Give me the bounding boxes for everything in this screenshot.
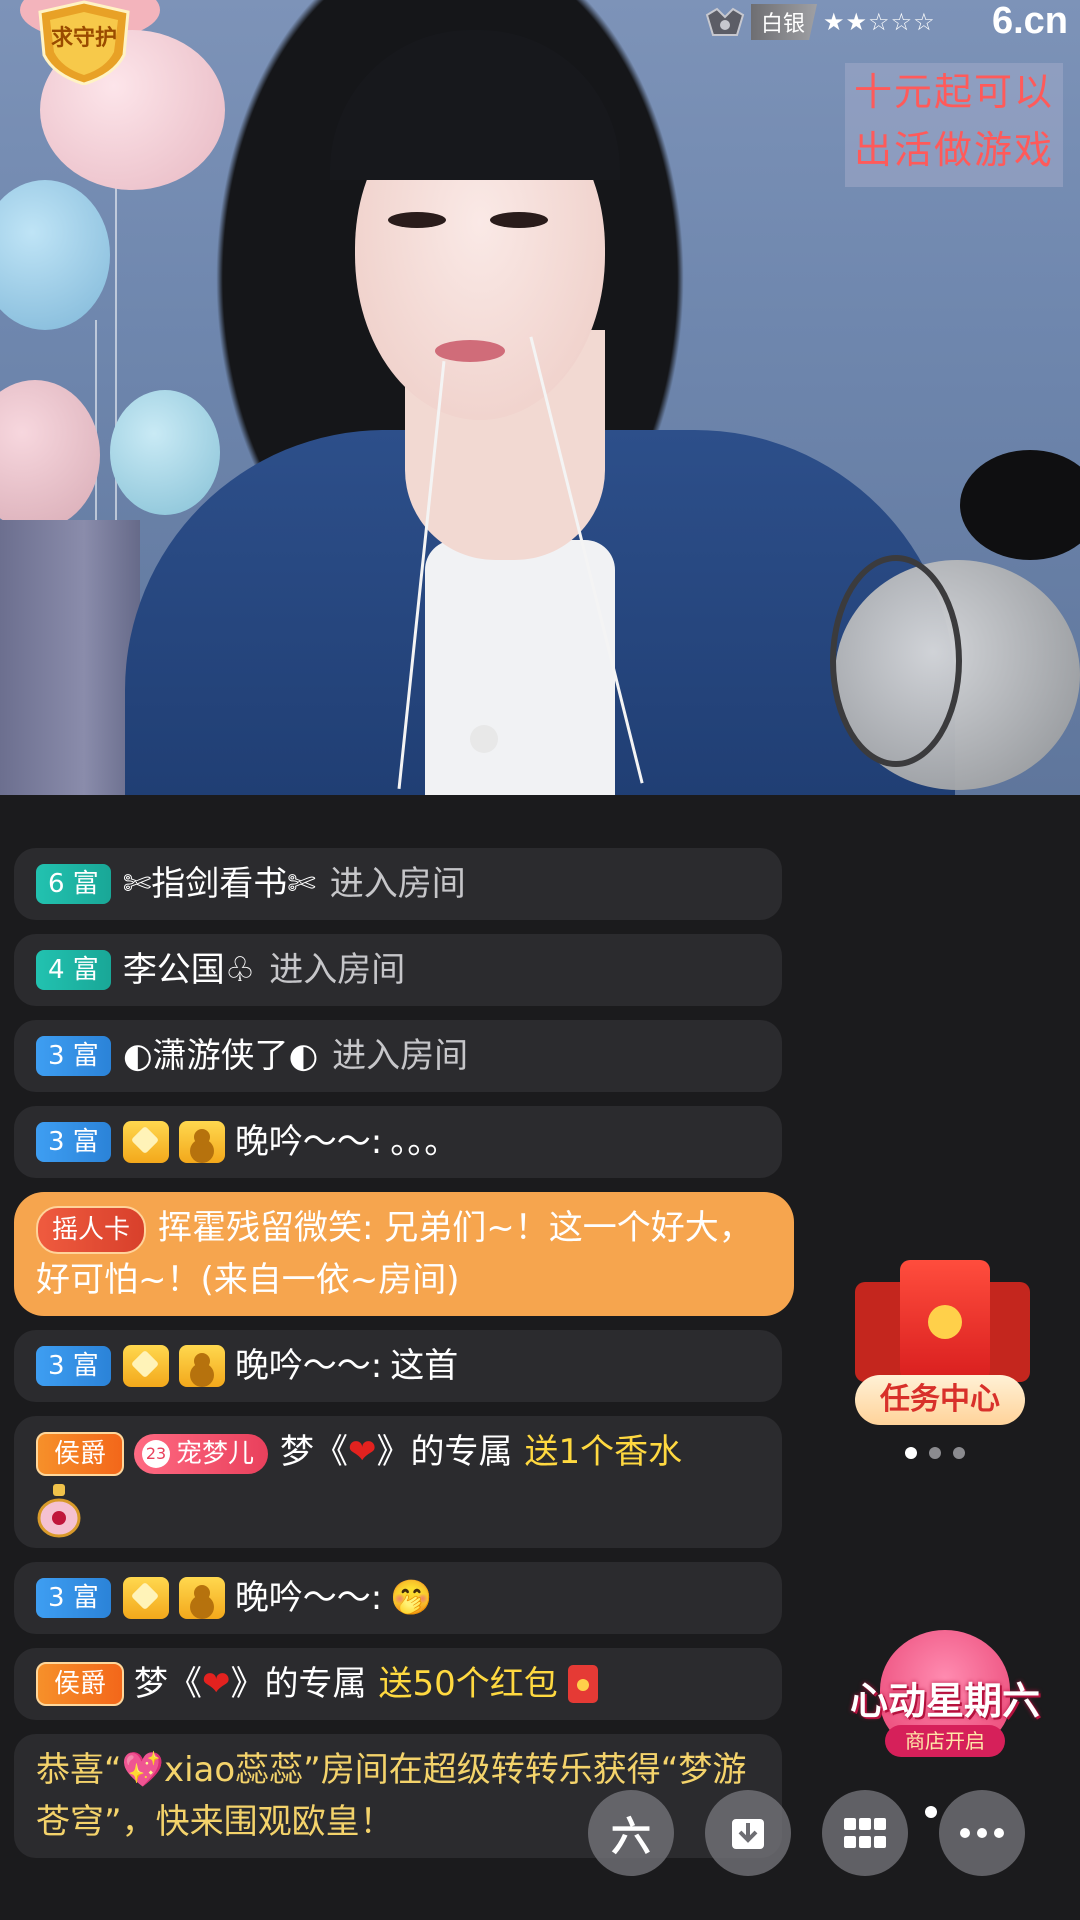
- enter-room-text: 进入房间: [329, 864, 466, 904]
- carousel-dot: [929, 1447, 941, 1459]
- gift-message: 侯爵 23 宠梦儿 梦《❤》的专属 送1个香水: [14, 1416, 782, 1548]
- red-envelope-icon: [567, 1665, 598, 1703]
- download-button[interactable]: [705, 1790, 791, 1876]
- guard-badge-text: 求守护: [51, 25, 117, 51]
- download-icon: [732, 1819, 764, 1849]
- promo-line-1: 十元起可以: [853, 70, 1054, 114]
- chat-message: 3 富 晚吟〜〜: 。。。: [14, 1106, 782, 1178]
- envelope-seal: [928, 1305, 962, 1339]
- streamer-eye: [490, 212, 548, 228]
- noble-rank-tag: 侯爵: [36, 1431, 125, 1476]
- user-name[interactable]: 晚吟〜〜:: [235, 1340, 382, 1392]
- more-button[interactable]: [939, 1790, 1025, 1876]
- rich-level-badge: 3 富: [36, 1346, 111, 1386]
- grid-icon: [844, 1818, 886, 1848]
- anchor-level-badge[interactable]: 白银 ★★☆☆☆: [705, 4, 936, 40]
- heart-icon: ❤: [202, 1664, 231, 1704]
- fan-club-name: 宠梦儿: [176, 1438, 255, 1469]
- jacket-button: [470, 725, 498, 753]
- message-emoji: 🤭: [390, 1578, 433, 1618]
- stream-promo-text: 十元起可以 出活做游戏: [845, 63, 1063, 187]
- more-dots-icon: [960, 1828, 1004, 1838]
- cube-badge-icon: [122, 1121, 169, 1163]
- streamer-mouth: [435, 340, 505, 362]
- heart-icon: ❤: [348, 1432, 377, 1472]
- rich-level-badge: 3 富: [36, 1036, 111, 1076]
- person-badge-icon: [178, 1121, 225, 1163]
- carousel-dot: [905, 1447, 917, 1459]
- background-object: [960, 450, 1080, 560]
- summon-card-message[interactable]: 摇人卡 挥霍残留微笑: 兄弟们~！这一个好大，好可怕~！(来自一依~房间): [14, 1192, 794, 1316]
- carousel-dots: [905, 1447, 965, 1459]
- user-name[interactable]: 梦《: [280, 1432, 348, 1472]
- balloon: [0, 180, 110, 330]
- apps-grid-button[interactable]: [822, 1790, 908, 1876]
- person-badge-icon: [178, 1577, 225, 1619]
- user-name-end: 》的专属: [230, 1664, 367, 1704]
- message-text: 。。。: [390, 1122, 459, 1162]
- person-badge-icon: [178, 1345, 225, 1387]
- six-room-icon: 六: [611, 1814, 651, 1860]
- gift-text: 送50个红包: [378, 1664, 558, 1704]
- chat-message: 3 富 ◐潇游侠了◐ 进入房间: [14, 1020, 782, 1092]
- chat-message: 3 富 晚吟〜〜: 🤭: [14, 1562, 782, 1634]
- live-video[interactable]: 求守护 白银 ★★☆☆☆ 6.cn 十元起可以 出活做游戏: [0, 0, 1080, 795]
- message-text: 这首: [390, 1346, 459, 1386]
- cube-badge-icon: [122, 1577, 169, 1619]
- task-center-button[interactable]: 任务中心: [855, 1260, 1030, 1435]
- user-name[interactable]: 晚吟〜〜:: [235, 1572, 382, 1624]
- perfume-gift-icon: [36, 1482, 760, 1538]
- cube-badge-icon: [122, 1345, 169, 1387]
- enter-room-text: 进入房间: [332, 1036, 469, 1076]
- curtain: [0, 520, 140, 795]
- user-name-end: 》的专属: [376, 1432, 513, 1472]
- site-logo: 6.cn: [991, 0, 1068, 42]
- summon-card-tag: 摇人卡: [36, 1205, 147, 1254]
- carousel-dot: [953, 1447, 965, 1459]
- crown-emblem-icon: [705, 7, 745, 36]
- rich-level-badge: 6 富: [36, 864, 111, 904]
- user-name[interactable]: 梦《: [134, 1658, 202, 1710]
- balloon: [0, 380, 100, 530]
- user-name[interactable]: ◐潇游侠了◐: [123, 1030, 318, 1082]
- rich-level-badge: 4 富: [36, 950, 111, 990]
- chat-message: 3 富 晚吟〜〜: 这首: [14, 1330, 782, 1402]
- level-stars: ★★☆☆☆: [823, 8, 936, 36]
- enter-room-text: 进入房间: [269, 950, 406, 990]
- streamer-eye: [388, 212, 446, 228]
- task-center-label: 任务中心: [855, 1375, 1025, 1425]
- promo-subtitle: 商店开启: [885, 1725, 1005, 1757]
- guard-shield-icon[interactable]: 求守护: [34, 0, 134, 85]
- user-name[interactable]: 晚吟〜〜:: [235, 1116, 382, 1168]
- notification-dot: [925, 1806, 937, 1818]
- promo-title: 心动星期六: [849, 1679, 1040, 1723]
- rich-level-badge: 3 富: [36, 1122, 111, 1162]
- fan-club-level: 23: [142, 1440, 171, 1468]
- rich-level-badge: 3 富: [36, 1578, 111, 1618]
- level-label: 白银: [751, 4, 818, 40]
- microphone-filter: [830, 555, 962, 767]
- user-name[interactable]: 李公国♧: [123, 944, 255, 996]
- gift-message: 侯爵 梦《 ❤ 》的专属 送50个红包: [14, 1648, 782, 1720]
- six-room-button[interactable]: 六: [588, 1790, 674, 1876]
- gift-text: 送1个香水: [524, 1432, 683, 1472]
- streamer-shirt: [425, 540, 615, 795]
- fan-club-tag: 23 宠梦儿: [134, 1433, 269, 1474]
- heartbeat-saturday-banner[interactable]: 心动星期六 商店开启: [840, 1630, 1050, 1770]
- chat-list[interactable]: 6 富 ✄指剑看书✄ 进入房间 4 富 李公国♧ 进入房间 3 富 ◐潇游侠了◐…: [14, 848, 794, 1872]
- noble-rank-tag: 侯爵: [36, 1662, 125, 1706]
- chat-message: 6 富 ✄指剑看书✄ 进入房间: [14, 848, 782, 920]
- chat-message: 4 富 李公国♧ 进入房间: [14, 934, 782, 1006]
- user-name[interactable]: ✄指剑看书✄: [123, 858, 316, 910]
- promo-line-2: 出活做游戏: [853, 128, 1054, 172]
